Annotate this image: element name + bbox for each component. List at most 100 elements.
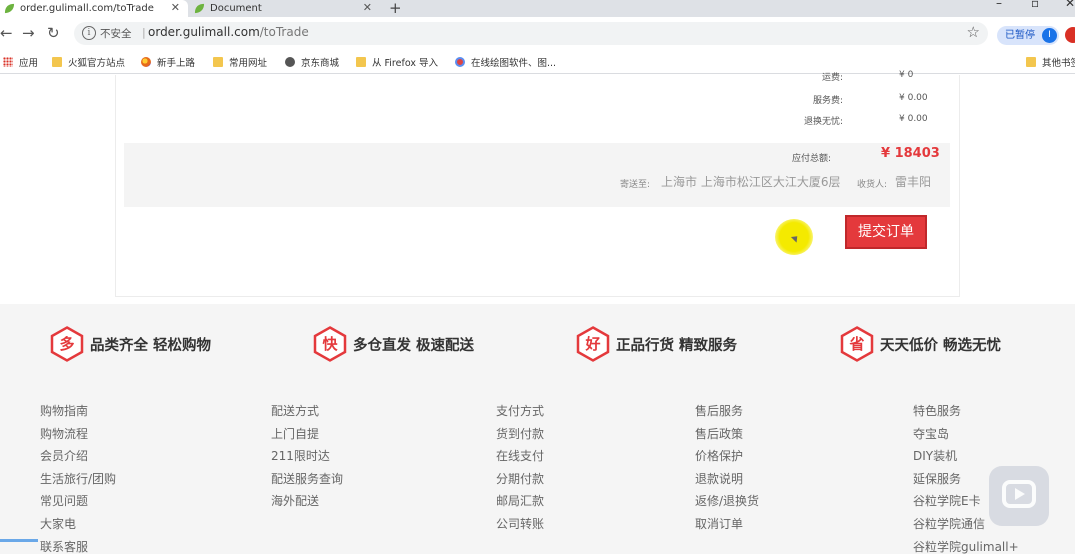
promise-variety: 多 品类齐全 轻松购物 (50, 326, 211, 362)
url-separator: | (142, 26, 146, 39)
bookmark-online-draw[interactable]: 在线绘图软件、图... (455, 55, 556, 69)
reload-icon[interactable]: ↻ (47, 24, 60, 42)
bookmark-jd[interactable]: 京东商城 (285, 55, 339, 69)
footer-link[interactable]: 价格保护 (695, 445, 759, 468)
tab-order[interactable]: order.gulimall.com/toTrade ✕ (0, 0, 188, 17)
bookmarks-bar: 应用 火狐官方站点 新手上路 常用网址 京东商城 从 Firefox 导入 在线… (0, 50, 1075, 74)
video-progress-bar[interactable] (0, 539, 38, 542)
bookmark-label: 其他书签 (1042, 58, 1075, 69)
ship-to-label: 寄送至: (620, 180, 651, 190)
promise-fast: 快 多仓直发 极速配送 (313, 326, 474, 362)
folder-icon (213, 57, 223, 67)
footer-link[interactable]: 生活旅行/团购 (40, 468, 116, 491)
close-window-button[interactable]: ✕ (1065, 0, 1075, 10)
fee-label: 运费: (821, 73, 843, 83)
profile-paused-button[interactable]: 已暂停 I (997, 26, 1059, 45)
fee-value-service: ¥ 0.00 (899, 93, 928, 103)
hexagon-badge-icon: 多 (50, 326, 84, 362)
promise-low-price: 省 天天低价 畅选无忧 (840, 326, 1001, 362)
footer-link[interactable]: 特色服务 (913, 400, 1019, 423)
total-value: ¥ 18403 (881, 146, 940, 161)
minimize-button[interactable]: – (996, 0, 1002, 10)
footer-link[interactable]: 退款说明 (695, 468, 759, 491)
footer-link[interactable]: 支付方式 (496, 400, 544, 423)
footer-link[interactable]: DIY装机 (913, 445, 1019, 468)
badge-char: 好 (585, 335, 601, 353)
footer-link[interactable]: 在线支付 (496, 445, 544, 468)
footer-link[interactable]: 邮局汇款 (496, 490, 544, 513)
hexagon-badge-icon: 好 (576, 326, 610, 362)
bookmark-label: 从 Firefox 导入 (372, 58, 438, 69)
footer-link[interactable]: 会员介绍 (40, 445, 116, 468)
footer-link[interactable]: 常见问题 (40, 490, 116, 513)
footer-link[interactable]: 货到付款 (496, 423, 544, 446)
bookmark-firefox-import[interactable]: 从 Firefox 导入 (356, 55, 438, 69)
security-label: 不安全 (100, 28, 132, 40)
promise-text: 天天低价 畅选无忧 (880, 337, 1002, 354)
close-tab-icon[interactable]: ✕ (363, 1, 372, 14)
url-path: /toTrade (259, 25, 309, 39)
bookmark-firefox-site[interactable]: 火狐官方站点 (52, 55, 125, 69)
submit-order-button[interactable]: 提交订单 (845, 215, 927, 249)
browser-toolbar: ← → ↻ i 不安全 | order.gulimall.com/toTrade… (0, 17, 1075, 50)
footer-link[interactable]: 返修/退换货 (695, 490, 759, 513)
bookmark-label: 新手上路 (157, 58, 196, 69)
footer-link[interactable]: 购物指南 (40, 400, 116, 423)
draw-icon (455, 57, 465, 67)
footer-column-delivery: 配送方式 上门自提 211限时达 配送服务查询 海外配送 (271, 400, 343, 513)
bookmark-star-icon[interactable]: ☆ (967, 23, 980, 41)
badge-char: 省 (849, 335, 865, 353)
address-bar[interactable]: i 不安全 | order.gulimall.com/toTrade ☆ (74, 22, 988, 45)
promise-text: 多仓直发 极速配送 (353, 337, 475, 354)
footer-link[interactable]: 分期付款 (496, 468, 544, 491)
firefox-icon (141, 57, 151, 67)
footer-link[interactable]: 联系客服 (40, 536, 116, 554)
fee-label: 服务费: (812, 96, 843, 106)
footer-link[interactable]: 配送服务查询 (271, 468, 343, 491)
extension-icon[interactable] (1065, 27, 1075, 43)
bookmark-label: 京东商城 (301, 58, 340, 69)
footer-link[interactable]: 海外配送 (271, 490, 343, 513)
new-tab-button[interactable]: + (389, 0, 402, 17)
hexagon-badge-icon: 快 (313, 326, 347, 362)
back-arrow-icon[interactable]: ← (0, 24, 13, 42)
fee-row-service: 服务费: (753, 93, 843, 106)
info-icon[interactable]: i (82, 26, 96, 40)
bookmark-label: 火狐官方站点 (68, 58, 126, 69)
footer-link[interactable]: 上门自提 (271, 423, 343, 446)
fee-value-return: ¥ 0.00 (899, 114, 928, 124)
bookmark-getting-started[interactable]: 新手上路 (141, 55, 195, 69)
badge-char: 多 (59, 335, 75, 353)
tab-document[interactable]: Document ✕ (190, 0, 380, 17)
bookmark-apps[interactable]: 应用 (3, 55, 38, 69)
footer-column-payment: 支付方式 货到付款 在线支付 分期付款 邮局汇款 公司转账 (496, 400, 544, 536)
tab-title: order.gulimall.com/toTrade (20, 3, 154, 14)
footer-link[interactable]: 211限时达 (271, 445, 343, 468)
badge-char: 快 (322, 335, 338, 353)
restore-button[interactable]: ▫ (1031, 0, 1039, 10)
footer-link[interactable]: 售后服务 (695, 400, 759, 423)
fee-row-return: 退换无忧: (753, 114, 843, 127)
footer-link[interactable]: 配送方式 (271, 400, 343, 423)
video-play-icon[interactable] (989, 466, 1049, 526)
close-tab-icon[interactable]: ✕ (171, 1, 180, 14)
url-host: order.gulimall.com (148, 25, 260, 39)
footer-link[interactable]: 夺宝岛 (913, 423, 1019, 446)
url-text[interactable]: order.gulimall.com/toTrade (148, 25, 309, 39)
footer-link[interactable]: 谷粒学院gulimall+ (913, 536, 1019, 554)
total-label: 应付总额: (792, 154, 832, 164)
footer-link[interactable]: 购物流程 (40, 423, 116, 446)
bookmark-common-sites[interactable]: 常用网址 (213, 55, 267, 69)
folder-icon (52, 57, 62, 67)
browser-tab-bar: order.gulimall.com/toTrade ✕ Document ✕ … (0, 0, 1075, 17)
footer-link[interactable]: 取消订单 (695, 513, 759, 536)
forward-arrow-icon[interactable]: → (22, 24, 35, 42)
bookmark-other[interactable]: 其他书签 (1026, 55, 1075, 69)
spring-leaf-icon (4, 3, 15, 14)
avatar: I (1042, 28, 1057, 43)
footer-link[interactable]: 售后政策 (695, 423, 759, 446)
fee-row-shipping: 运费: (753, 70, 843, 83)
footer-link[interactable]: 大家电 (40, 513, 116, 536)
footer-link[interactable]: 公司转账 (496, 513, 544, 536)
globe-icon (285, 57, 295, 67)
